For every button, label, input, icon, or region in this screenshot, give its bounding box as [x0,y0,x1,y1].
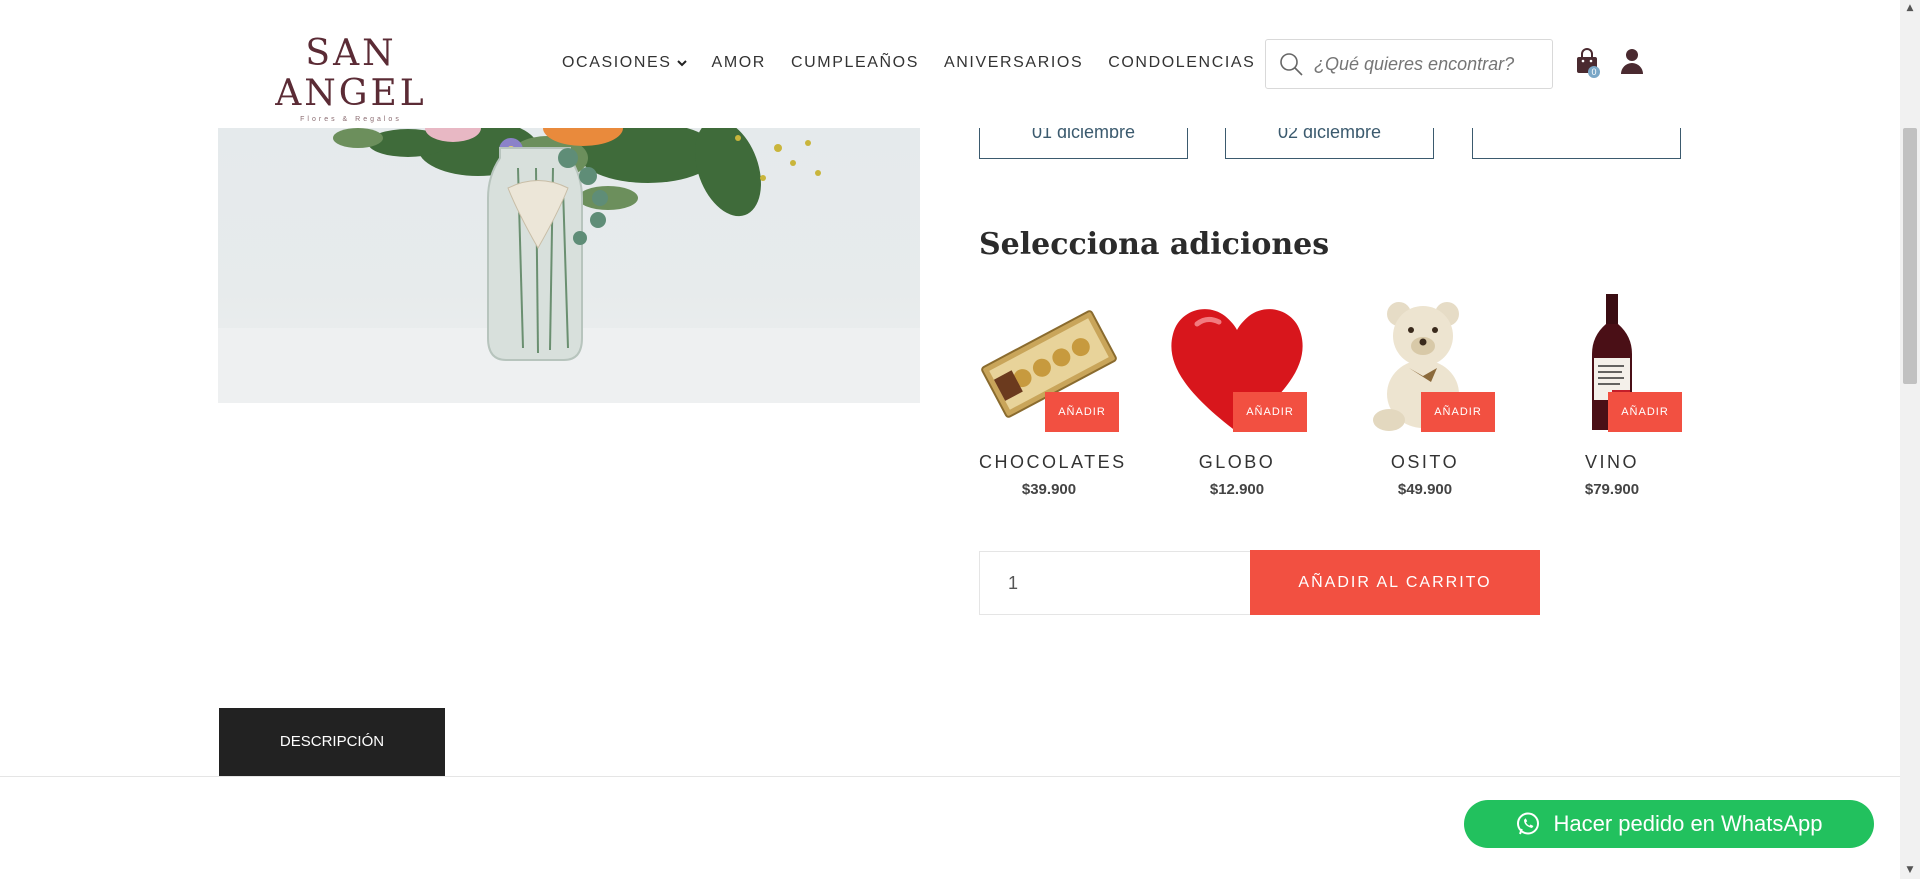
nav-label: CUMPLEAÑOS [790,54,919,71]
search-input[interactable] [1314,53,1544,75]
nav-item-aniversarios[interactable]: ANIVERSARIOS [944,54,1083,72]
nav-label: OCASIONES [562,54,672,71]
user-icon[interactable] [1620,47,1644,75]
addon-card-chocolates: AÑADIR CHOCOLATES $39.900 [979,294,1127,499]
nav-label: AMOR [711,54,766,71]
addon-card-osito: AÑADIR OSITO $49.900 [1355,294,1495,499]
main-nav: OCASIONES AMOR CUMPLEAÑOS ANIVERSARIOS C… [562,54,1280,72]
nav-label: ANIVERSARIOS [943,54,1084,71]
search-box [1265,39,1553,89]
site-logo[interactable]: SAN ANGEL Flores & Regalos [246,34,456,124]
nav-item-amor[interactable]: AMOR [712,54,766,72]
add-to-cart-button[interactable]: AÑADIR AL CARRITO [1250,550,1540,615]
addon-name: GLOBO [1198,452,1276,472]
product-image [218,128,920,403]
addon-image: AÑADIR [1167,294,1307,434]
add-addon-button[interactable]: AÑADIR [1608,392,1682,432]
logo-tagline: Flores & Regalos [300,116,402,123]
addon-image: AÑADIR [1542,294,1682,434]
page-scrollbar[interactable]: ▲ ▼ [1900,0,1920,879]
addon-price: $79.900 [1584,481,1640,498]
addon-card-globo: AÑADIR GLOBO $12.900 [1167,294,1307,499]
scroll-down-arrow-icon[interactable]: ▼ [1900,862,1920,879]
site-header: SAN ANGEL Flores & Regalos OCASIONES AMO… [0,0,1900,128]
add-addon-button[interactable]: AÑADIR [1233,392,1307,432]
chevron-down-icon [676,60,687,67]
whatsapp-order-button[interactable]: Hacer pedido en WhatsApp [1464,800,1874,848]
addon-card-vino: AÑADIR VINO $79.900 [1542,294,1682,499]
tab-description[interactable]: DESCRIPCIÓN [219,708,445,776]
search-icon [1280,53,1303,76]
divider [0,776,1900,777]
scrollbar-thumb[interactable] [1903,128,1917,384]
addon-price: $39.900 [1021,481,1077,498]
addon-image: AÑADIR [979,294,1119,434]
nav-label: CONDOLENCIAS [1108,54,1256,71]
quantity-input[interactable] [979,551,1251,615]
whatsapp-icon [1517,812,1540,835]
logo-text: SAN ANGEL [275,33,427,114]
addons-title: Selecciona adiciones [979,227,1330,262]
addon-price: $49.900 [1397,481,1453,498]
add-addon-button[interactable]: AÑADIR [1421,392,1495,432]
add-addon-button[interactable]: AÑADIR [1045,392,1119,432]
addon-name: VINO [1584,452,1639,472]
nav-item-ocasiones[interactable]: OCASIONES [562,54,687,72]
addon-image: AÑADIR [1355,294,1495,434]
addon-price: $12.900 [1209,481,1265,498]
whatsapp-label: Hacer pedido en WhatsApp [1553,811,1823,836]
nav-item-cumpleanos[interactable]: CUMPLEAÑOS [791,54,919,72]
scroll-up-arrow-icon[interactable]: ▲ [1900,0,1920,17]
addon-name: OSITO [1390,452,1460,472]
addon-name: CHOCOLATES [979,452,1127,472]
bouquet-image [218,128,920,403]
nav-item-condolencias[interactable]: CONDOLENCIAS [1108,54,1255,72]
cart-count-badge: 0 [1588,66,1600,78]
